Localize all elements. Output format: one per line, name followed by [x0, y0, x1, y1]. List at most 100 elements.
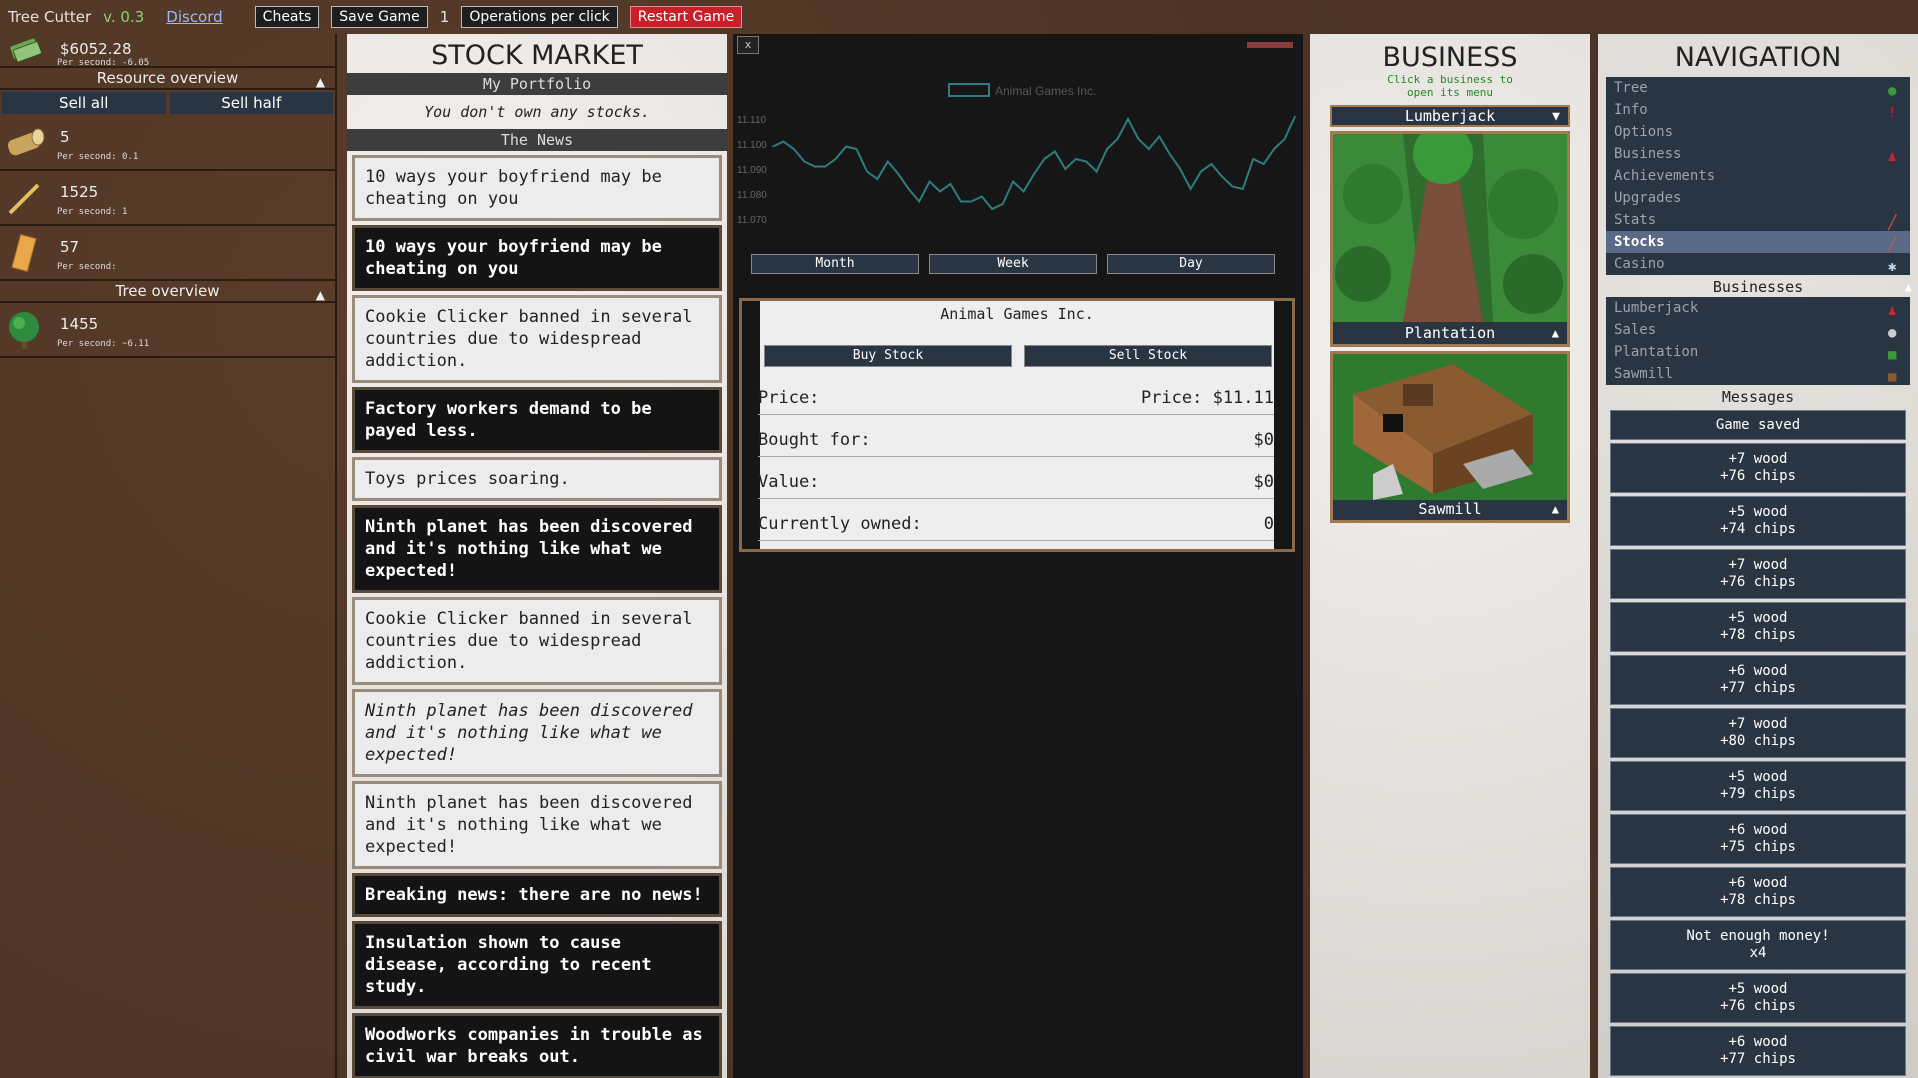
data-point — [1137, 138, 1140, 140]
nav-item-tree[interactable]: Tree ● — [1606, 77, 1910, 99]
navigation-title: NAVIGATION — [1674, 42, 1842, 73]
nav-business-sawmill[interactable]: Sawmill ■ — [1606, 363, 1910, 385]
message-line: +7 wood — [1728, 557, 1788, 573]
data-point — [1242, 188, 1244, 190]
messages-header: Messages — [1721, 388, 1795, 406]
resource-overview-header[interactable]: Resource overview ▲ — [0, 68, 335, 90]
nav-business-lumberjack[interactable]: Lumberjack ♟ — [1606, 297, 1910, 319]
portfolio-message: You don't own any stocks. — [424, 103, 650, 121]
buy-stock-button[interactable]: Buy Stock — [764, 345, 1012, 367]
discord-link[interactable]: Discord — [166, 8, 222, 26]
message-line: +77 chips — [1720, 1051, 1796, 1067]
data-point — [1095, 170, 1098, 173]
data-point — [1294, 115, 1296, 118]
sell-stock-button[interactable]: Sell Stock — [1024, 345, 1272, 367]
data-point — [949, 183, 952, 185]
y-tick-label: 11.100 — [737, 140, 767, 151]
collapse-icon[interactable]: ▲ — [316, 72, 325, 92]
bought-label: Bought for: — [758, 429, 871, 450]
day-button[interactable]: Day — [1107, 254, 1275, 274]
businesses-header[interactable]: Businesses ▲ — [1598, 277, 1918, 297]
bought-value: $0 — [1253, 429, 1274, 450]
nav-item-business[interactable]: Business ♟ — [1606, 143, 1910, 165]
owned-value: 0 — [1263, 513, 1274, 534]
nav-item-stats[interactable]: Stats ╱ — [1606, 209, 1910, 231]
message-line: +76 chips — [1720, 468, 1796, 484]
nav-label: Sales — [1614, 322, 1657, 338]
sell-half-button[interactable]: Sell half — [169, 92, 333, 114]
collapse-icon[interactable]: ▲ — [1905, 277, 1912, 297]
tree-icon — [9, 312, 39, 349]
wood-amount: 5 — [60, 128, 70, 146]
message-line: x4 — [1749, 945, 1767, 961]
news-item: Insulation shown to cause disease, accor… — [352, 921, 722, 1009]
data-point — [876, 178, 879, 180]
operations-per-click-button[interactable]: Operations per click — [461, 6, 618, 28]
operations-count: 1 — [439, 8, 450, 26]
restart-game-button[interactable]: Restart Game — [629, 6, 743, 28]
month-button[interactable]: Month — [751, 254, 919, 274]
money-row: $6052.28 Per second: -6.05 — [0, 34, 335, 68]
info-icon: ! — [1888, 105, 1897, 121]
news-item: Toys prices soaring. — [352, 457, 722, 501]
message-item: +5 wood +79 chips — [1610, 761, 1906, 811]
money-per-second: Per second: -6.05 — [57, 58, 150, 68]
data-point — [845, 145, 847, 148]
data-point — [1127, 118, 1129, 120]
message-line: Not enough money! — [1686, 928, 1830, 944]
message-item: +7 wood +80 chips — [1610, 708, 1906, 758]
nav-item-casino[interactable]: Casino ✱ — [1606, 253, 1910, 275]
nav-label: Options — [1614, 124, 1674, 140]
game-version: v. 0.3 — [103, 8, 145, 26]
legend-label: Animal Games Inc. — [995, 84, 1096, 98]
company-name: Animal Games Inc. — [940, 305, 1094, 323]
save-game-button[interactable]: Save Game — [331, 6, 428, 28]
message-line: +7 wood — [1728, 451, 1788, 467]
plantation-image — [1333, 134, 1567, 322]
data-point — [1012, 180, 1014, 183]
chevron-up-icon[interactable]: ▲ — [1552, 502, 1559, 516]
data-point — [1033, 173, 1035, 175]
data-point — [1106, 148, 1108, 150]
nav-item-info[interactable]: Info! — [1606, 99, 1910, 121]
data-point — [1074, 158, 1077, 160]
data-point — [813, 165, 816, 168]
close-button[interactable]: x — [737, 36, 759, 54]
plantation-card[interactable]: Plantation ▲ — [1330, 131, 1570, 347]
data-point — [1054, 150, 1056, 153]
data-point — [866, 170, 868, 173]
collapse-icon[interactable]: ▲ — [316, 285, 325, 305]
data-point — [939, 190, 941, 193]
nav-item-options[interactable]: Options — [1606, 121, 1910, 143]
nav-item-stocks[interactable]: Stocks ╱ — [1606, 231, 1910, 253]
nav-business-sales[interactable]: Sales ● — [1606, 319, 1910, 341]
value-value: $0 — [1253, 471, 1274, 492]
nav-item-achievements[interactable]: Achievements — [1606, 165, 1910, 187]
tree-overview-header[interactable]: Tree overview ▲ — [0, 281, 335, 303]
data-point — [834, 158, 837, 160]
y-tick-label: 11.080 — [737, 190, 767, 201]
roulette-icon: ✱ — [1888, 259, 1897, 275]
tree-row: 1455 Per second: ~6.11 — [0, 303, 335, 358]
price-label: Price: — [758, 387, 820, 408]
nav-business-plantation[interactable]: Plantation ■ — [1606, 341, 1910, 363]
chevron-up-icon[interactable]: ▲ — [1552, 326, 1559, 340]
message-line: +7 wood — [1728, 716, 1788, 732]
news-item: Ninth planet has been discovered and it'… — [352, 505, 722, 593]
business-title: BUSINESS — [1382, 42, 1518, 73]
data-point — [907, 188, 910, 190]
news-item: Ninth planet has been discovered and it'… — [352, 781, 722, 869]
chart-indicator — [1247, 42, 1293, 48]
cheats-button[interactable]: Cheats — [254, 6, 320, 28]
business-select[interactable]: Lumberjack ▼ — [1330, 105, 1570, 127]
week-button[interactable]: Week — [929, 254, 1097, 274]
sell-all-button[interactable]: Sell all — [2, 92, 166, 114]
nav-item-upgrades[interactable]: Upgrades — [1606, 187, 1910, 209]
y-tick-label: 11.070 — [737, 215, 767, 226]
data-point — [887, 160, 889, 163]
data-point — [918, 200, 920, 203]
data-point — [1283, 138, 1286, 140]
plank-icon — [11, 233, 37, 273]
data-point — [1158, 135, 1161, 138]
sawmill-card[interactable]: Sawmill ▲ — [1330, 351, 1570, 523]
